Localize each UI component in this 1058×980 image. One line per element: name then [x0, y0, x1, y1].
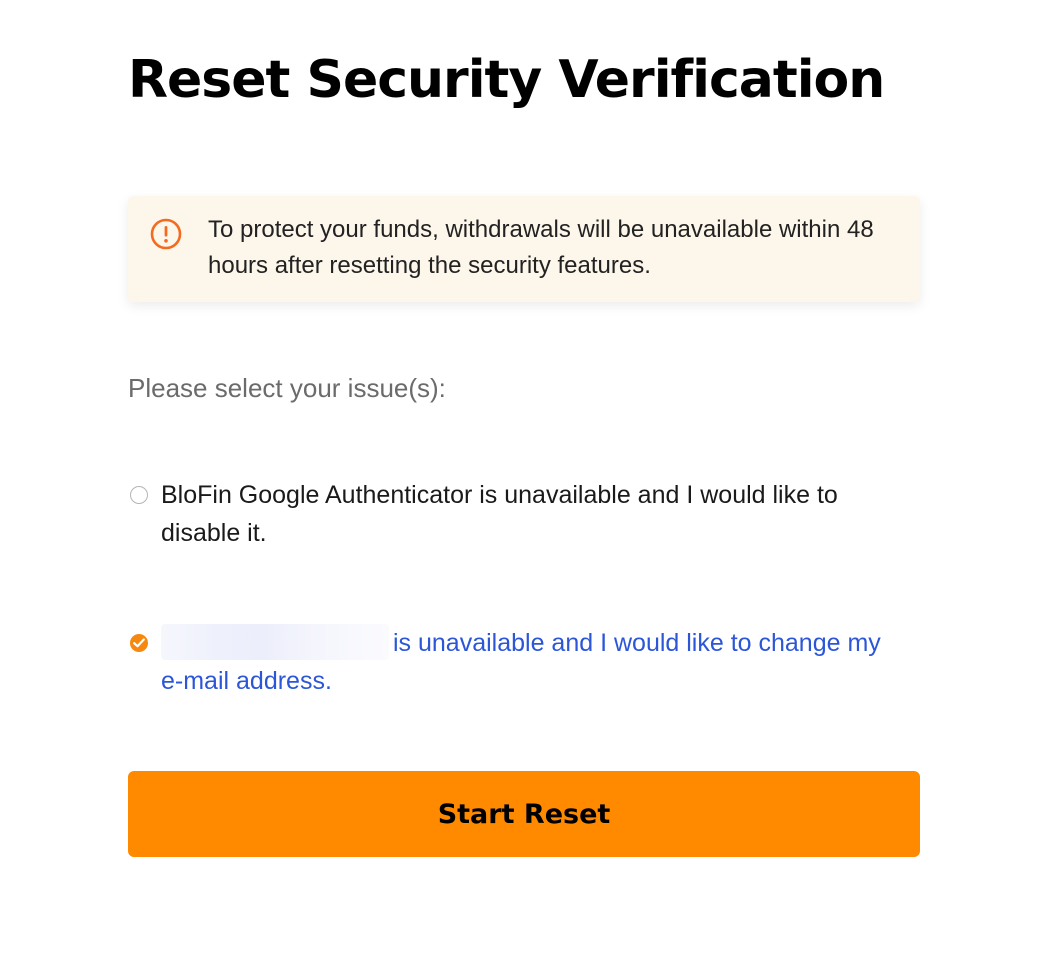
reset-security-page: Reset Security Verification To protect y…: [0, 0, 1058, 980]
page-title: Reset Security Verification: [128, 50, 885, 110]
exclamation-circle-icon: [150, 218, 182, 250]
warning-notice-text: To protect your funds, withdrawals will …: [208, 216, 874, 279]
issue-option-label: BloFin Google Authenticator is unavailab…: [161, 481, 838, 547]
issue-option-label-wrapper: is unavailable and I would like to chang…: [161, 624, 881, 700]
radio-checked-icon[interactable]: [130, 634, 148, 652]
warning-notice: To protect your funds, withdrawals will …: [128, 196, 920, 302]
redacted-email: [161, 624, 389, 660]
radio-unchecked[interactable]: [130, 486, 148, 504]
start-reset-button[interactable]: Start Reset: [128, 771, 920, 857]
issues-label: Please select your issue(s):: [128, 373, 446, 403]
